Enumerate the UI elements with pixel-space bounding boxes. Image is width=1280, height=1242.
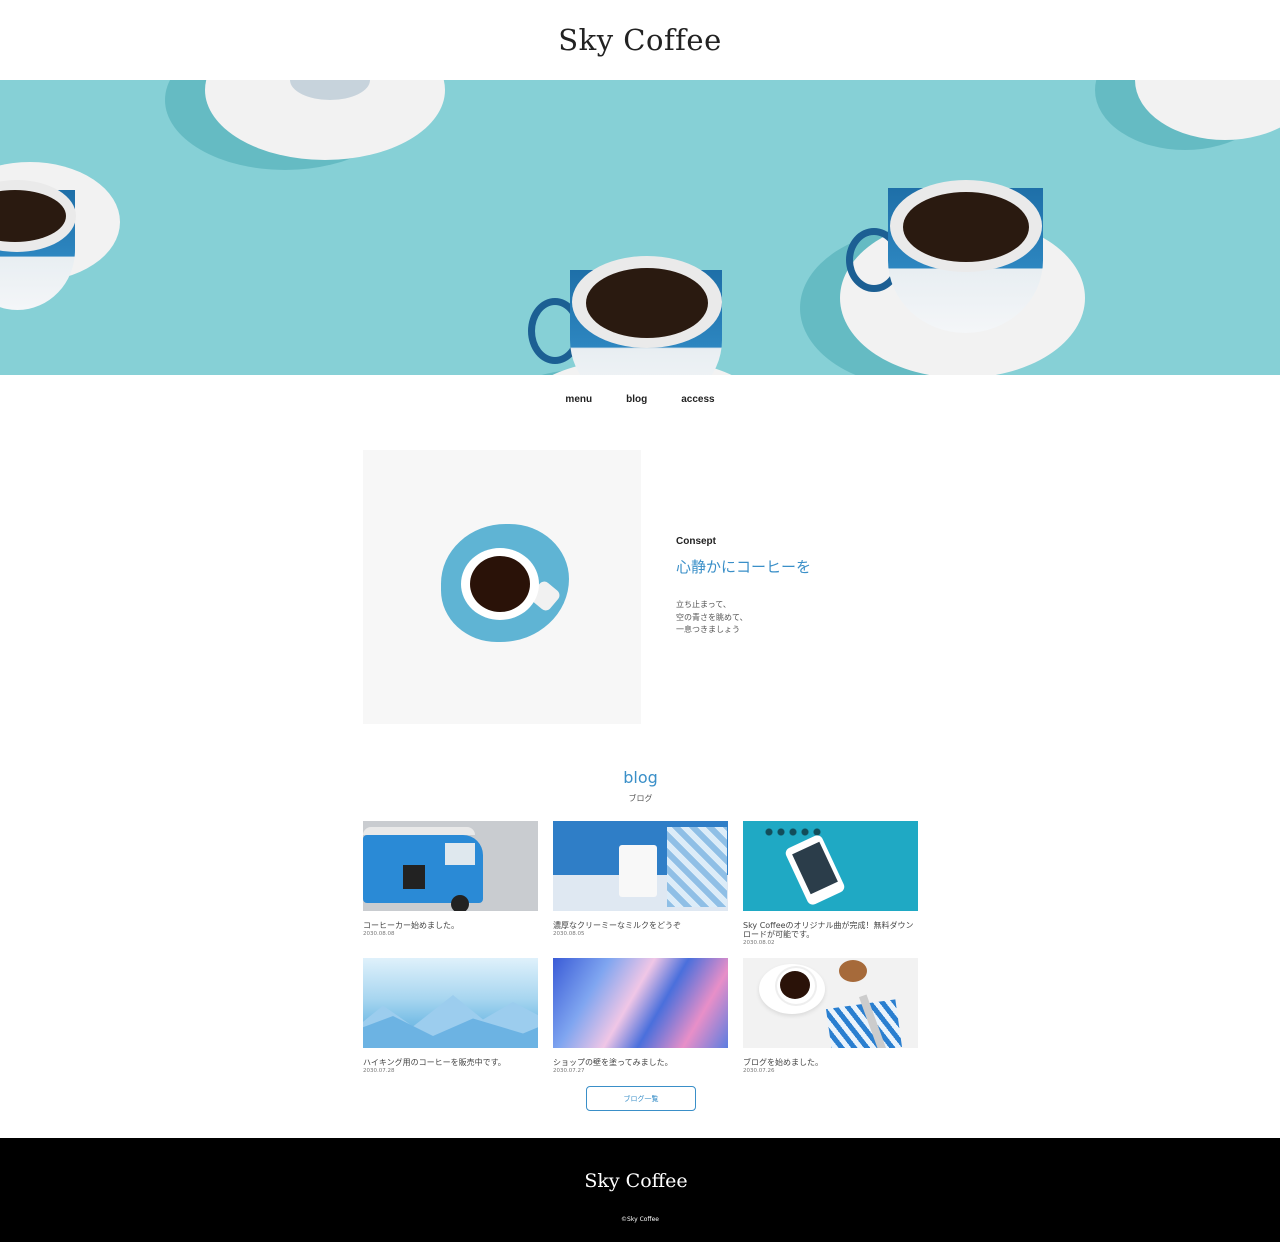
concept-title: 心静かにコーヒーを <box>676 558 812 576</box>
blog-card-date: 2030.08.05 <box>553 931 585 937</box>
concept-body: 立ち止まって、 空の青さを眺めて、 一息つきましょう <box>676 599 811 637</box>
blog-thumbnail[interactable] <box>363 821 538 911</box>
blog-card-title[interactable]: 濃厚なクリーミーなミルクをどうぞ <box>553 921 728 930</box>
blog-card-date: 2030.08.02 <box>743 940 775 946</box>
blog-card[interactable]: ブログを始めました。 2030.07.26 <box>743 958 918 1074</box>
site-footer: Sky Coffee ©Sky Coffee <box>0 1138 1280 1242</box>
milk-glass-shape <box>619 845 657 897</box>
coffee <box>903 192 1029 262</box>
concept-line: 立ち止まって、 <box>676 600 731 609</box>
blog-heading: blog <box>623 768 658 787</box>
blog-card[interactable]: Sky Coffeeのオリジナル曲が完成！無料ダウンロードが可能です。 2030… <box>743 821 918 946</box>
blog-thumbnail[interactable] <box>553 958 728 1048</box>
blog-card-date: 2030.08.08 <box>363 931 395 937</box>
blog-thumbnail[interactable] <box>363 958 538 1048</box>
concept-text: Consept 心静かにコーヒーを 立ち止まって、 空の青さを眺めて、 一息つき… <box>676 536 811 637</box>
blog-card-date: 2030.07.27 <box>553 1068 585 1074</box>
coffee <box>470 556 530 612</box>
blog-thumbnail[interactable] <box>743 821 918 911</box>
concept-section: Consept 心静かにコーヒーを 立ち止まって、 空の青さを眺めて、 一息つき… <box>363 450 917 724</box>
site-header: Sky Coffee <box>0 0 1280 80</box>
blog-subheading: ブログ <box>628 794 653 803</box>
window-shape <box>445 843 475 865</box>
saucer <box>1135 80 1280 140</box>
nav-item-access[interactable]: access <box>681 394 714 405</box>
blog-card-title[interactable]: Sky Coffeeのオリジナル曲が完成！無料ダウンロードが可能です。 <box>743 921 918 939</box>
blog-card-title[interactable]: ブログを始めました。 <box>743 1058 918 1067</box>
concept-image <box>363 450 641 724</box>
concept-line: 空の青さを眺めて、 <box>676 612 748 622</box>
nav-item-blog[interactable]: blog <box>626 394 647 405</box>
concept-label: Consept <box>676 536 716 547</box>
coffee <box>780 971 810 999</box>
copyright: ©Sky Coffee <box>621 1216 659 1223</box>
menu-board-shape <box>403 865 425 889</box>
coffee <box>586 268 708 338</box>
site-logo[interactable]: Sky Coffee <box>558 23 721 57</box>
canister-shape <box>667 827 727 907</box>
blog-card[interactable]: 濃厚なクリーミーなミルクをどうぞ 2030.08.05 <box>553 821 728 937</box>
concept-line: 一息つきましょう <box>676 625 740 634</box>
blog-thumbnail[interactable] <box>743 958 918 1048</box>
blog-section: blog ブログ コーヒーカー始めました。 2030.08.08 濃厚なクリーミ… <box>363 768 918 1111</box>
blog-card-title[interactable]: ショップの壁を塗ってみました。 <box>553 1058 728 1067</box>
blog-card-title[interactable]: コーヒーカー始めました。 <box>363 921 538 930</box>
nav-item-menu[interactable]: menu <box>565 394 592 405</box>
blog-card[interactable]: ショップの壁を塗ってみました。 2030.07.27 <box>553 958 728 1074</box>
blog-card-title[interactable]: ハイキング用のコーヒーを販売中です。 <box>363 1058 538 1067</box>
hero-image <box>0 80 1280 375</box>
awning-shape <box>363 827 475 835</box>
blog-list-button[interactable]: ブログ一覧 <box>586 1086 696 1111</box>
blog-card[interactable]: ハイキング用のコーヒーを販売中です。 2030.07.28 <box>363 958 538 1074</box>
blog-card-date: 2030.07.26 <box>743 1068 775 1074</box>
blog-thumbnail[interactable] <box>553 821 728 911</box>
blog-card[interactable]: コーヒーカー始めました。 2030.08.08 <box>363 821 538 937</box>
main-nav: menu blog access <box>0 375 1280 423</box>
footer-logo[interactable]: Sky Coffee <box>0 1170 1272 1192</box>
wheel-shape <box>451 895 469 911</box>
blog-card-date: 2030.07.28 <box>363 1068 395 1074</box>
jar-shape <box>839 960 867 982</box>
